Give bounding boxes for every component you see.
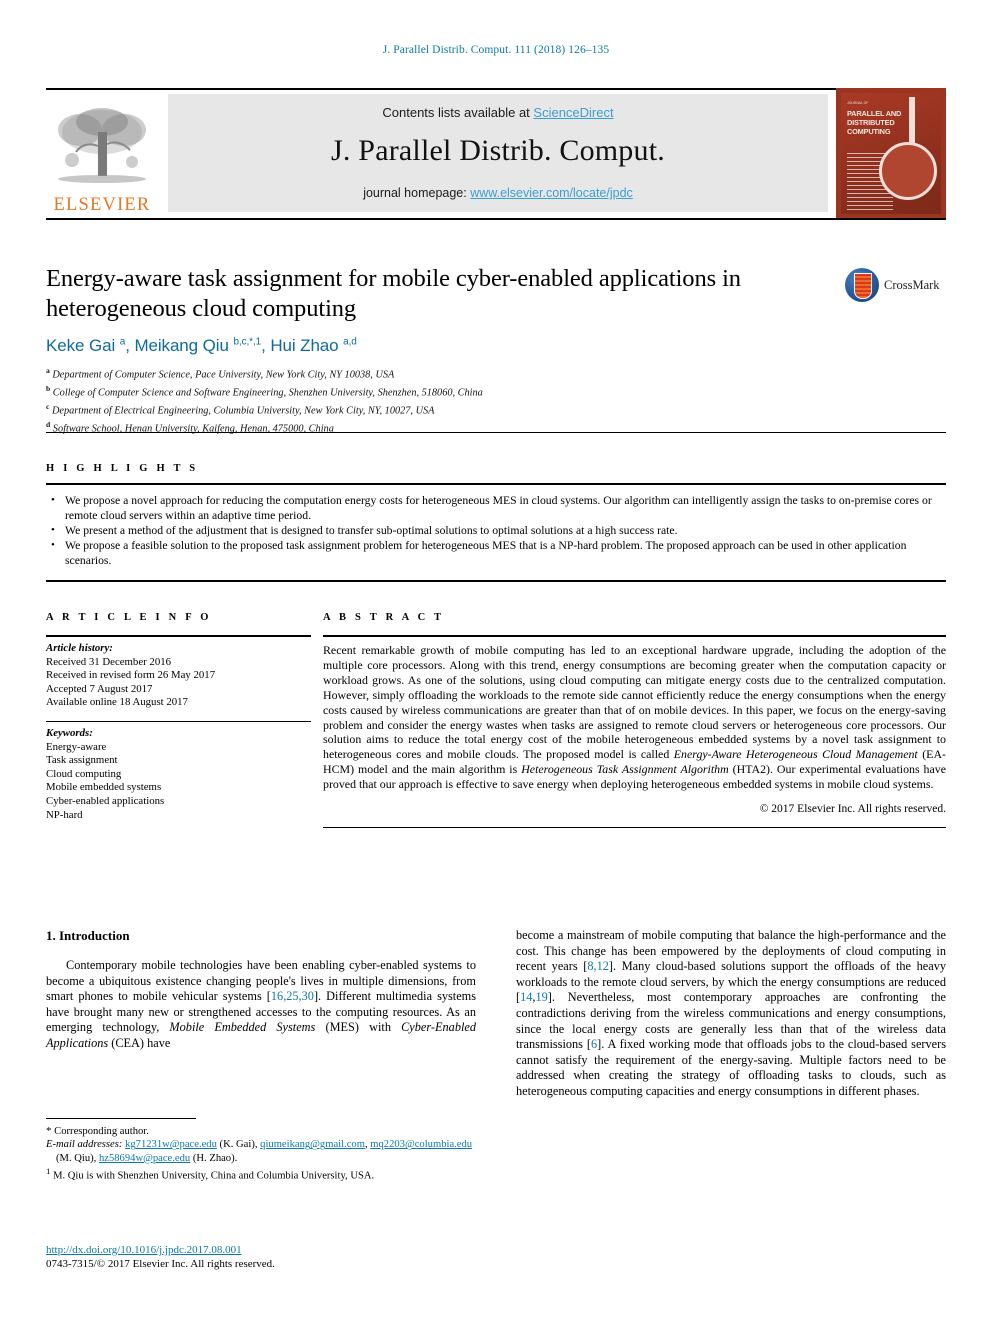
elsevier-tree-icon [58,107,146,183]
email-link[interactable]: hz58694w@pace.edu [99,1153,190,1164]
article-history-item: Received in revised form 26 May 2017 [46,669,216,682]
masthead-top-rule [46,88,946,90]
masthead-band: Contents lists available at ScienceDirec… [168,94,828,212]
cover-title: PARALLEL AND DISTRIBUTED COMPUTING [847,109,902,137]
title-block: Energy-aware task assignment for mobile … [46,264,836,436]
elsevier-logo: ELSEVIER [46,94,158,214]
keyword-item: Energy-aware [46,740,107,753]
issn-copyright-line: 0743-7315/© 2017 Elsevier Inc. All right… [46,1258,275,1270]
citation-ref[interactable]: 19 [535,990,547,1004]
article-history: Article history: Received 31 December 20… [46,637,311,710]
contents-line: Contents lists available at ScienceDirec… [168,94,828,120]
highlight-item: We propose a novel approach for reducing… [51,493,946,524]
paper-page: J. Parallel Distrib. Comput. 111 (2018) … [0,0,992,1323]
highlight-item: We propose a feasible solution to the pr… [51,538,946,569]
abstract-bottom-rule [323,827,946,829]
article-info-heading: A R T I C L E I N F O [46,612,212,623]
doi-link[interactable]: http://dx.doi.org/10.1016/j.jpdc.2017.08… [46,1244,242,1256]
intro-paragraph-left: Contemporary mobile technologies have be… [46,958,477,1050]
sciencedirect-link[interactable]: ScienceDirect [533,105,613,120]
intro-paragraph-right: become a mainstream of mobile computing … [516,928,947,1098]
highlights-heading: H I G H L I G H T S [46,463,199,474]
abstract-section: A B S T R A C T Recent remarkable growth… [323,612,947,829]
cover-kicker: JOURNAL OF [847,101,869,105]
footnote-corresponding: * Corresponding author. [46,1125,149,1137]
keyword-item: Task assignment [46,754,118,767]
section-heading-introduction: 1. Introduction [46,928,130,943]
keywords-lines: Energy-aware Task assignment Cloud computi… [46,741,311,823]
footnote-one: 1 M. Qiu is with Shenzhen University, Ch… [46,1166,375,1182]
affiliation-list: a Department of Computer Science, Pace U… [46,364,836,436]
crossmark-badge[interactable]: CrossMark [845,265,945,305]
article-info-section: A R T I C L E I N F O Article history: R… [46,612,311,822]
email-link[interactable]: qiumeikang@gmail.com [260,1139,365,1150]
running-head: J. Parallel Distrib. Comput. 111 (2018) … [382,44,610,56]
crossmark-shield-icon [854,273,872,299]
footnote-rule [46,1118,196,1119]
crossmark-icon [845,268,879,302]
journal-homepage-link[interactable]: www.elsevier.com/locate/jpdc [470,186,633,200]
elsevier-wordmark: ELSEVIER [53,194,151,215]
keywords-label: Keywords: [46,726,93,739]
cover-inner: JOURNAL OF PARALLEL AND DISTRIBUTED COMP… [841,93,941,214]
page-title: Energy-aware task assignment for mobile … [46,265,741,322]
footnote-emails: E-mail addresses: kg71231w@pace.edu (K. … [46,1139,473,1164]
journal-masthead: ELSEVIER Contents lists available at Sci… [46,88,946,220]
keyword-item: Cloud computing [46,767,122,780]
highlights-list: We propose a novel approach for reducing… [46,485,946,569]
article-history-item: Received 31 December 2016 [46,655,172,668]
body-column-left: 1. Introduction Contemporary mobile tech… [46,928,476,1052]
contents-prefix: Contents lists available at [382,105,534,120]
author-list: Keke Gai a, Meikang Qiu b,c,*,1, Hui Zha… [46,336,357,355]
footnote-block: * Corresponding author. E-mail addresses… [46,1118,476,1183]
homepage-line: journal homepage: www.elsevier.com/locat… [168,186,828,200]
citation-ref[interactable]: 6 [591,1037,597,1051]
masthead-bottom-rule [46,218,946,220]
cover-network-graphic [879,142,937,200]
keyword-item: Cyber-enabled applications [46,794,165,807]
journal-cover-thumbnail: JOURNAL OF PARALLEL AND DISTRIBUTED COMP… [836,88,946,219]
article-history-item: Available online 18 August 2017 [46,696,188,709]
highlights-rule-top [46,432,946,433]
keyword-item: Mobile embedded systems [46,781,162,794]
abstract-heading: A B S T R A C T [323,612,445,623]
abstract-text: Recent remarkable growth of mobile compu… [323,643,947,792]
journal-title: J. Parallel Distrib. Comput. [331,134,665,167]
highlights-section: H I G H L I G H T S We propose a novel a… [46,432,946,582]
abstract-copyright: © 2017 Elsevier Inc. All rights reserved… [759,803,946,816]
citation-ref[interactable]: 8,12 [587,959,609,973]
article-history-label: Article history: [46,642,113,654]
email-link[interactable]: mq2203@columbia.edu [370,1139,472,1150]
keywords: Keywords: Energy-aware Task assignment Clo… [46,722,311,822]
highlights-rule-bottom [46,579,946,582]
affiliation-line: a Department of Computer Science, Pace U… [46,366,395,381]
article-history-lines: Received 31 December 2016 Received in rev… [46,656,311,710]
keyword-item: NP-hard [46,808,83,821]
citation-ref[interactable]: 16,25,30 [271,989,314,1003]
body-column-right: become a mainstream of mobile computing … [516,928,946,1100]
article-history-item: Accepted 7 August 2017 [46,682,153,695]
citation-ref[interactable]: 14 [520,990,532,1004]
highlight-item: We present a method of the adjustment th… [51,523,946,539]
homepage-prefix: journal homepage: [363,186,471,200]
affiliation-line: b College of Computer Science and Softwa… [46,384,483,399]
doi-block: http://dx.doi.org/10.1016/j.jpdc.2017.08… [46,1243,476,1271]
email-link[interactable]: kg71231w@pace.edu [125,1139,217,1150]
crossmark-label: CrossMark [884,277,940,292]
affiliation-line: c Department of Electrical Engineering, … [46,402,435,417]
